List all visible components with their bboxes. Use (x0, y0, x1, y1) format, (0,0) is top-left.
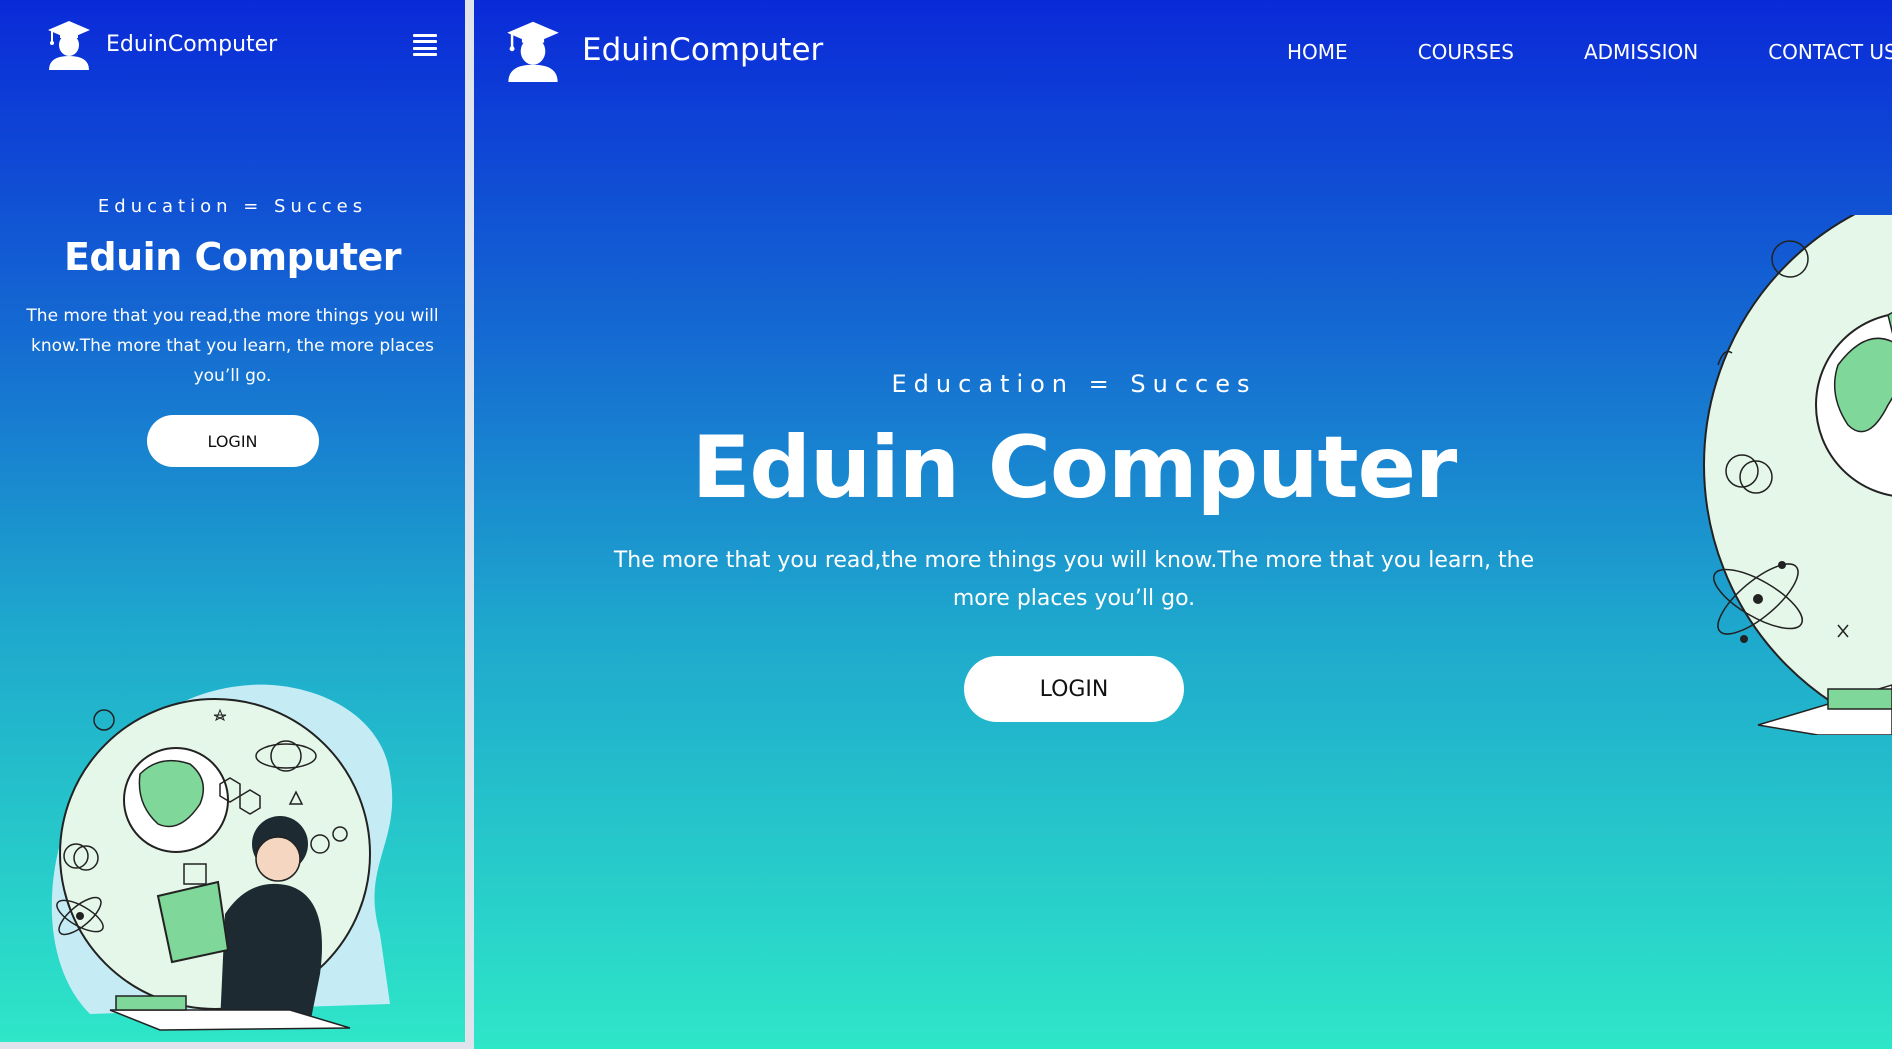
hero-description: The more that you read,the more things y… (613, 548, 1535, 611)
hero-title: Eduin Computer (691, 418, 1458, 518)
hero-tagline: Education = Succes (891, 370, 1257, 398)
login-button[interactable]: LOGIN (146, 415, 319, 467)
student-reading-illustration (51, 684, 393, 1031)
nav-contact-us[interactable]: CONTACT US (1768, 40, 1892, 64)
hamburger-menu-icon[interactable] (413, 34, 437, 56)
nav-home[interactable]: HOME (1287, 40, 1348, 64)
desktop-brand[interactable]: EduinComputer (504, 18, 823, 82)
science-globe-illustration (1703, 215, 1892, 735)
graduate-logo-icon (48, 21, 90, 70)
desktop-view-panel: EduinComputer HOME COURSES ADMISSION CON… (474, 0, 1892, 1049)
graduate-logo-icon (507, 21, 559, 82)
mobile-brand[interactable]: EduinComputer (46, 18, 277, 70)
login-button[interactable]: LOGIN (964, 656, 1184, 722)
main-nav: HOME COURSES ADMISSION CONTACT US (1287, 40, 1892, 64)
mobile-hero: Education = Succes Eduin Computer The mo… (0, 196, 465, 467)
hero-description: The more that you read,the more things y… (26, 306, 439, 386)
brand-name: EduinComputer (582, 32, 824, 68)
brand-name: EduinComputer (106, 31, 278, 57)
hero-title: Eduin Computer (63, 235, 402, 279)
desktop-hero: Education = Succes Eduin Computer The mo… (474, 370, 1674, 722)
mobile-view-panel: EduinComputer Education = Succes Eduin C… (0, 0, 465, 1042)
hero-tagline: Education = Succes (97, 196, 368, 217)
nav-courses[interactable]: COURSES (1418, 40, 1514, 64)
nav-admission[interactable]: ADMISSION (1584, 40, 1698, 64)
